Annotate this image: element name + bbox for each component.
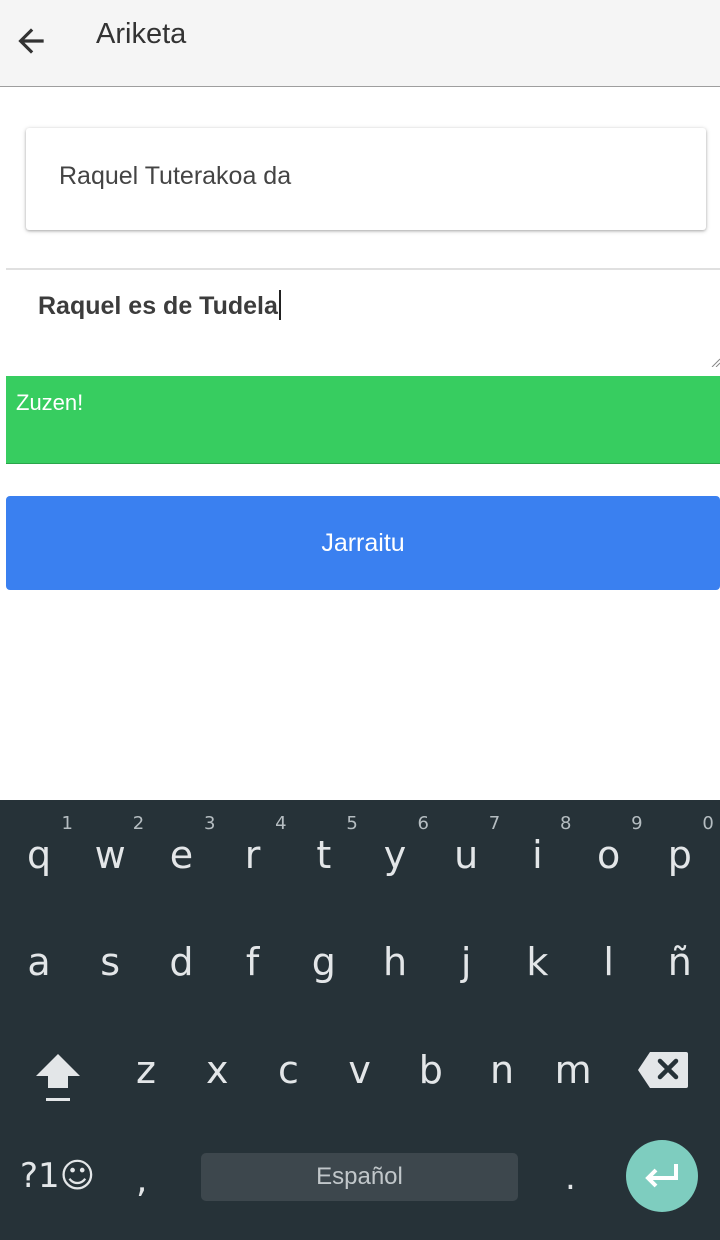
- key-label: n: [489, 1048, 515, 1092]
- prompt-text: Raquel Tuterakoa da: [59, 162, 292, 190]
- key-e[interactable]: 3e: [145, 813, 217, 877]
- prompt-card: Raquel Tuterakoa da: [26, 128, 706, 230]
- backspace-icon: [638, 1052, 688, 1088]
- enter-key[interactable]: [626, 1140, 698, 1212]
- shift-key[interactable]: [30, 1050, 86, 1106]
- key-k[interactable]: k: [501, 922, 573, 984]
- answer-textarea[interactable]: Raquel es de Tudela: [6, 268, 720, 367]
- key-label: k: [526, 940, 549, 984]
- comma-key[interactable]: ,: [136, 1160, 147, 1201]
- arrow-left-icon: [18, 28, 44, 54]
- key-d[interactable]: d: [145, 922, 217, 984]
- text-caret: [278, 290, 281, 320]
- symbols-key[interactable]: ?1☺: [20, 1156, 95, 1196]
- key-hint: 3: [203, 813, 216, 834]
- key-hint: 2: [132, 813, 145, 834]
- key-g[interactable]: g: [288, 922, 360, 984]
- feedback-text: Zuzen!: [16, 390, 84, 415]
- key-x[interactable]: x: [181, 1030, 253, 1092]
- key-a[interactable]: a: [3, 922, 75, 984]
- key-r[interactable]: 4r: [217, 813, 289, 877]
- space-key[interactable]: Español: [201, 1153, 518, 1201]
- key-hint: 9: [631, 813, 643, 834]
- key-i[interactable]: 8i: [501, 813, 573, 877]
- key-hint: 6: [417, 813, 429, 834]
- back-button[interactable]: [12, 22, 50, 60]
- continue-button-label: Jarraitu: [321, 528, 405, 557]
- key-label: s: [100, 940, 121, 984]
- key-m[interactable]: m: [537, 1030, 609, 1092]
- key-hint: 0: [702, 813, 714, 834]
- key-label: j: [460, 940, 472, 984]
- key-label: x: [205, 1048, 229, 1092]
- key-c[interactable]: c: [252, 1030, 324, 1092]
- key-label: g: [311, 940, 336, 984]
- key-l[interactable]: l: [573, 922, 645, 984]
- key-p[interactable]: 0p: [644, 813, 716, 877]
- enter-icon: [645, 1164, 678, 1188]
- key-label: m: [554, 1048, 592, 1092]
- key-label: z: [136, 1048, 156, 1092]
- period-key[interactable]: .: [565, 1158, 576, 1198]
- key-hint: 7: [488, 813, 501, 834]
- key-f[interactable]: f: [217, 922, 289, 984]
- key-j[interactable]: j: [430, 922, 502, 984]
- key-label: d: [169, 940, 194, 984]
- page-title: Ariketa: [96, 18, 187, 50]
- key-hint: 5: [346, 813, 358, 834]
- answer-value: Raquel es de Tudela: [38, 290, 281, 321]
- key-label: f: [245, 940, 260, 984]
- key-label: a: [27, 940, 51, 984]
- key-n[interactable]: n: [466, 1030, 538, 1092]
- key-label: ñ: [667, 940, 692, 984]
- feedback-banner: Zuzen!: [6, 376, 720, 464]
- key-label: h: [382, 940, 408, 984]
- key-v[interactable]: v: [324, 1030, 396, 1092]
- key-z[interactable]: z: [110, 1030, 182, 1092]
- key-hint: 8: [559, 813, 572, 834]
- key-label: l: [603, 940, 614, 984]
- key-o[interactable]: 9o: [573, 813, 645, 877]
- key-label: b: [418, 1048, 443, 1092]
- key-w[interactable]: 2w: [74, 813, 146, 877]
- backspace-key[interactable]: [636, 1050, 690, 1090]
- key-hint: 4: [275, 813, 287, 834]
- key-hint: 1: [61, 813, 73, 834]
- key-t[interactable]: 5t: [288, 813, 360, 877]
- key-q[interactable]: 1q: [3, 813, 75, 877]
- key-ñ[interactable]: ñ: [644, 922, 716, 984]
- app-bar: Ariketa: [0, 0, 720, 87]
- continue-button[interactable]: Jarraitu: [6, 496, 720, 590]
- key-s[interactable]: s: [74, 922, 146, 984]
- key-b[interactable]: b: [395, 1030, 467, 1092]
- resize-grip-icon[interactable]: [710, 357, 720, 367]
- answer-value-text: Raquel es de Tudela: [38, 292, 278, 320]
- key-y[interactable]: 6y: [359, 813, 431, 877]
- key-h[interactable]: h: [359, 922, 431, 984]
- key-label: c: [277, 1048, 299, 1092]
- key-label: v: [348, 1048, 371, 1092]
- key-u[interactable]: 7u: [430, 813, 502, 877]
- shift-icon: [36, 1054, 80, 1101]
